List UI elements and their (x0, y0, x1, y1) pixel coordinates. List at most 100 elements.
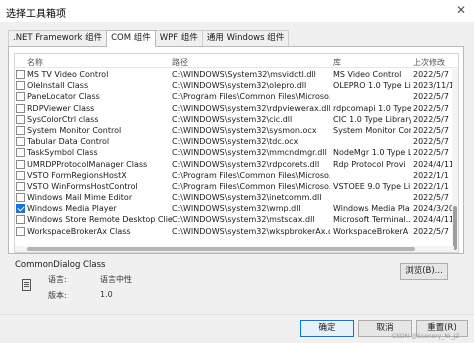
row-modified: 2024/4/11 (413, 159, 455, 169)
row-path: C:\WINDOWS\system32\rdpviewerax.dll (172, 103, 330, 113)
row-modified: 2022/1/1 (413, 181, 449, 191)
row-modified: 2024/3/20 (413, 204, 455, 214)
row-path: C:\WINDOWS\system32\mstscax.dll (172, 215, 315, 225)
row-path: C:\WINDOWS\system32\wkspbrokerAx.dll (172, 226, 330, 236)
row-name: PaneLocator Class (27, 92, 100, 102)
checkbox[interactable] (16, 159, 25, 169)
row-modified: 2022/1/1 (413, 170, 449, 180)
browse-button[interactable]: 浏览(B)... (400, 263, 448, 280)
list-row[interactable]: Tabular Data Control C:\WINDOWS\system32\… (15, 136, 455, 147)
list-row[interactable]: WorkspaceBrokerAx Class C:\WINDOWS\system… (15, 226, 455, 237)
row-path: C:\WINDOWS\system32\mmcndmgr.dll (172, 148, 327, 158)
list-row[interactable]: RDPViewer Class C:\WINDOWS\system32\rdpvi… (15, 103, 455, 114)
row-library: VSTOEE 9.0 Type Li (333, 181, 411, 191)
checkbox[interactable] (16, 70, 25, 79)
checkbox-checked[interactable] (16, 204, 25, 214)
checkbox[interactable] (16, 92, 25, 102)
list-row[interactable]: System Monitor Control C:\WINDOWS\system3… (15, 125, 455, 136)
close-icon[interactable]: ✕ (456, 3, 466, 17)
tab-com[interactable]: COM 组件 (106, 30, 156, 47)
row-modified: 2023/11/15 (413, 81, 455, 91)
checkbox[interactable] (16, 226, 25, 236)
row-modified: 2022/5/7 (413, 193, 449, 203)
row-path: C:\WINDOWS\system32\wmp.dll (172, 204, 301, 214)
list-row[interactable]: SysColorCtrl class C:\WINDOWS\system32\ci… (15, 114, 455, 125)
row-library: System Monitor Con (333, 125, 411, 135)
horizontal-scroll-thumb[interactable] (27, 247, 415, 251)
component-icon (22, 279, 31, 291)
row-path: C:\Program Files\Common Files\Microso... (172, 181, 330, 191)
checkbox[interactable] (16, 170, 25, 180)
version-label: 版本: (48, 291, 67, 300)
language-value: 语言中性 (100, 275, 132, 284)
row-name: System Monitor Control (27, 125, 122, 135)
row-library: rdpcomapi 1.0 Type (333, 103, 411, 113)
vertical-scrollbar[interactable] (452, 69, 458, 252)
checkbox[interactable] (16, 103, 25, 113)
checkbox[interactable] (16, 114, 25, 124)
checkbox[interactable] (16, 181, 25, 191)
list-row[interactable]: TaskSymbol Class C:\WINDOWS\system32\mmcn… (15, 147, 455, 158)
list-row[interactable]: VSTO WinFormsHostControl C:\Program Files… (15, 181, 455, 192)
row-path: C:\WINDOWS\system32\tdc.ocx (172, 137, 299, 147)
list-row[interactable]: UMRDPProtocolManager Class C:\WINDOWS\sys… (15, 159, 455, 170)
column-header-path[interactable]: 路径 (172, 57, 188, 68)
window-title: 选择工具箱项 (6, 9, 66, 20)
row-name: UMRDPProtocolManager Class (27, 159, 148, 169)
list-row[interactable]: VSTO FormRegionsHostX C:\Program Files\Co… (15, 170, 455, 181)
list-header: 名称 路径 库 上次修改 (15, 54, 458, 68)
version-value: 1.0 (100, 290, 113, 299)
vertical-scroll-thumb[interactable] (453, 206, 457, 250)
tab-uwp[interactable]: 通用 Windows 组件 (201, 30, 290, 46)
row-name: VSTO WinFormsHostControl (27, 181, 138, 191)
row-path: C:\Program Files\Common Files\Microso... (172, 92, 330, 102)
column-header-modified[interactable]: 上次修改 (413, 57, 445, 68)
checkbox[interactable] (16, 215, 25, 225)
list-row[interactable]: Windows Store Remote Desktop Clien... C:\… (15, 214, 455, 225)
list-row[interactable]: Windows Mail Mime Editor C:\WINDOWS\syste… (15, 192, 455, 203)
list-row[interactable]: Windows Media Player C:\WINDOWS\system32\… (15, 203, 455, 214)
column-header-library[interactable]: 库 (333, 57, 341, 68)
row-name: Windows Store Remote Desktop Clien... (27, 215, 172, 225)
row-modified: 2022/5/7 (413, 92, 449, 102)
list-row[interactable]: OleInstall Class C:\WINDOWS\system32\olep… (15, 80, 455, 91)
horizontal-scrollbar[interactable] (15, 246, 454, 252)
checkbox[interactable] (16, 125, 25, 135)
row-library: NodeMgr 1.0 Type L (333, 148, 411, 158)
column-header-name[interactable]: 名称 (27, 57, 43, 68)
row-library: WorkspaceBrokerA (333, 226, 409, 236)
row-modified: 2022/5/7 (413, 125, 449, 135)
row-library: CIC 1.0 Type Library (333, 114, 411, 124)
row-name: Windows Media Player (27, 204, 117, 214)
checkbox[interactable] (16, 193, 25, 203)
row-path: C:\WINDOWS\system32\olepro.dll (172, 81, 307, 91)
tab-panel: 名称 路径 库 上次修改 MS TV Video Control C:\WINDO… (8, 46, 464, 254)
title-bar: 选择工具箱项 ✕ (0, 0, 474, 22)
row-path: C:\WINDOWS\system32\rdpcorets.dll (172, 159, 320, 169)
language-label: 语言: (48, 275, 67, 284)
row-path: C:\WINDOWS\system32\inetcomm.dll (172, 193, 322, 203)
row-modified: 2022/5/7 (413, 148, 449, 158)
row-name: VSTO FormRegionsHostX (27, 170, 127, 180)
row-library: OLEPRO 1.0 Type Li (333, 81, 411, 91)
tab-wpf[interactable]: WPF 组件 (154, 30, 203, 46)
row-modified: 2022/5/7 (413, 226, 449, 236)
row-path: C:\Program Files\Common Files\Microso... (172, 170, 330, 180)
row-name: RDPViewer Class (27, 103, 95, 113)
component-list[interactable]: 名称 路径 库 上次修改 MS TV Video Control C:\WINDO… (14, 53, 459, 253)
row-path: C:\WINDOWS\system32\cic.dll (172, 114, 293, 124)
row-library: MS Video Control (333, 70, 402, 79)
ok-button[interactable]: 确定 (300, 320, 354, 337)
row-modified: 2022/5/7 (413, 70, 449, 79)
row-library: Microsoft Terminal... (333, 215, 411, 225)
row-name: Tabular Data Control (27, 137, 110, 147)
checkbox[interactable] (16, 81, 25, 91)
tab-net-framework[interactable]: .NET Framework 组件 (8, 30, 108, 46)
list-row[interactable]: PaneLocator Class C:\Program Files\Common… (15, 91, 455, 102)
checkbox[interactable] (16, 148, 25, 158)
row-library: Windows Media Pla (333, 204, 410, 214)
row-name: MS TV Video Control (27, 70, 109, 79)
list-row[interactable]: MS TV Video Control C:\WINDOWS\System32\m… (15, 69, 455, 80)
list-rows: MS TV Video Control C:\WINDOWS\System32\m… (15, 69, 455, 237)
checkbox[interactable] (16, 137, 25, 147)
